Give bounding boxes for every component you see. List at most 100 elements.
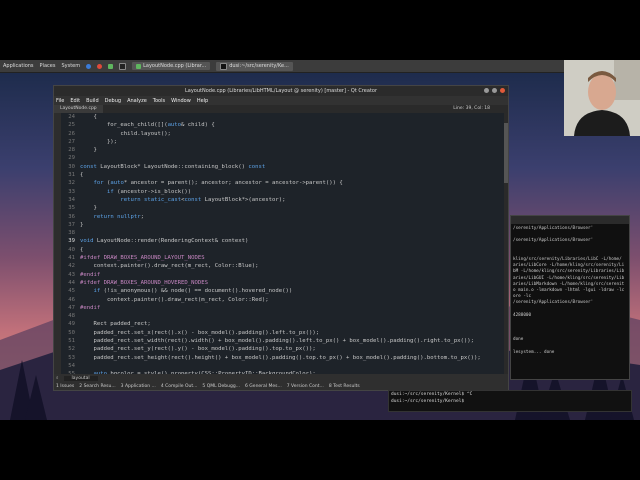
line-text: #ifdef DRAW_BOXES_AROUND_LAYOUT_NODES: [80, 255, 205, 262]
menu-item-debug[interactable]: Debug: [105, 98, 121, 104]
line-text: void LayoutNode::render(RenderingContext…: [80, 238, 249, 245]
code-editor[interactable]: 24 {25 for_each_child([](auto& child) {2…: [61, 113, 504, 374]
build-output-line: lesystem... done: [513, 349, 555, 355]
browser-icon[interactable]: [86, 63, 92, 69]
menu-item-window[interactable]: Window: [171, 98, 191, 104]
code-line: 25 for_each_child([](auto& child) {: [61, 121, 504, 129]
line-text: context.painter().draw_rect(m_rect, Colo…: [80, 263, 259, 270]
line-text: const LayoutBlock* LayoutNode::containin…: [80, 163, 266, 170]
system-panel: Applications Places System LayoutNode.cp…: [0, 60, 640, 73]
line-number: 46: [68, 296, 75, 303]
line-number: 38: [68, 230, 75, 237]
build-terminal-output: /serenity/Applications/Browser'/serenity…: [511, 224, 629, 358]
line-number: 49: [68, 321, 75, 328]
line-text: });: [80, 138, 118, 145]
line-number: 24: [68, 114, 75, 120]
line-number: 32: [68, 180, 75, 187]
code-line: 27 });: [61, 138, 504, 146]
line-text: for_each_child([](auto& child) {: [80, 122, 215, 129]
letterbox-top: [0, 0, 640, 60]
chrome-icon[interactable]: [97, 63, 103, 69]
applications-menu[interactable]: Applications: [3, 63, 34, 69]
system-menu[interactable]: System: [61, 63, 80, 69]
menu-item-build[interactable]: Build: [86, 98, 99, 104]
line-text: }: [80, 221, 84, 228]
taskbar-terminal[interactable]: dusi:~/src/serenity/Ke...: [216, 61, 293, 71]
line-text: {: [80, 246, 84, 253]
code-line: 29: [61, 154, 504, 162]
search-icon: ⌕: [56, 376, 59, 381]
qtcreator-icon[interactable]: [108, 63, 114, 69]
line-number: 30: [68, 163, 75, 170]
line-number: 28: [68, 147, 75, 154]
line-number: 42: [68, 263, 75, 270]
terminal-icon[interactable]: [119, 62, 127, 70]
output-pane-tab[interactable]: 4 Compile Out...: [161, 384, 198, 389]
code-line: 47 #endif: [61, 304, 504, 312]
maximize-button[interactable]: [492, 88, 497, 93]
code-line: 51 padded_rect.set_width(rect().width() …: [61, 337, 504, 345]
line-number: 41: [68, 255, 75, 262]
code-line: 49 Rect padded_rect;: [61, 320, 504, 328]
code-line: 43 #endif: [61, 271, 504, 279]
code-line: 40 {: [61, 246, 504, 254]
code-line: 41 #ifdef DRAW_BOXES_AROUND_LAYOUT_NODES: [61, 254, 504, 262]
line-number: 51: [68, 338, 75, 345]
editor-tab[interactable]: LayoutNode.cpp: [54, 105, 103, 113]
terminal-window[interactable]: dusi:~/src/serenity/Kernel$ ^C dusi:~/src…: [388, 390, 632, 412]
line-text: context.painter().draw_rect(m_rect, Colo…: [80, 296, 269, 303]
line-number: 25: [68, 122, 75, 129]
line-number: 48: [68, 313, 75, 320]
code-line: 26 child.layout();: [61, 130, 504, 138]
menu-item-file[interactable]: File: [56, 98, 64, 104]
line-number: 27: [68, 138, 75, 145]
build-terminal-titlebar[interactable]: [511, 216, 629, 224]
line-number: 52: [68, 346, 75, 353]
close-button[interactable]: [500, 88, 505, 93]
code-line: 50 padded_rect.set_x(rect().x() - box_mo…: [61, 329, 504, 337]
menu-item-tools[interactable]: Tools: [153, 98, 165, 104]
terminal-line: dusi:~/src/serenity/Kernel$: [391, 398, 467, 404]
webcam-overlay: [564, 60, 640, 136]
line-number: 26: [68, 130, 75, 137]
output-pane-tab[interactable]: 8 Test Results: [329, 384, 360, 389]
line-text: {: [80, 172, 84, 179]
code-line: 42 context.painter().draw_rect(m_rect, C…: [61, 262, 504, 270]
code-line: 28 }: [61, 146, 504, 154]
code-text: 24 {25 for_each_child([](auto& child) {2…: [61, 113, 504, 374]
build-terminal-window[interactable]: /serenity/Applications/Browser'/serenity…: [510, 215, 630, 380]
line-number: 44: [68, 279, 75, 286]
output-pane-tab[interactable]: 3 Application ...: [121, 384, 156, 389]
line-text: for (auto* ancestor = parent(); ancestor…: [93, 180, 343, 187]
output-pane-tab[interactable]: 1 Issues: [56, 384, 74, 389]
line-number: 29: [68, 155, 75, 162]
line-number: 39: [68, 238, 75, 245]
output-pane-tab[interactable]: 7 Version Cont...: [287, 384, 324, 389]
line-text: }: [80, 205, 97, 212]
code-line: 48: [61, 312, 504, 320]
line-text: #endif: [80, 271, 101, 278]
code-line: 33 if (ancestor->is_block()): [61, 188, 504, 196]
menu-item-edit[interactable]: Edit: [70, 98, 80, 104]
output-pane-tab[interactable]: 2 Search Resu...: [79, 384, 115, 389]
output-pane-tab[interactable]: 5 QML Debugg...: [202, 384, 240, 389]
line-number: 34: [68, 196, 75, 203]
output-pane-tab[interactable]: 6 General Mes...: [245, 384, 282, 389]
line-number: 54: [68, 362, 75, 369]
menu-item-analyze[interactable]: Analyze: [127, 98, 147, 104]
taskbar-qtcreator[interactable]: LayoutNode.cpp (Librar...: [132, 62, 211, 70]
locator-input[interactable]: layoutal: [63, 375, 98, 381]
minimize-button[interactable]: [484, 88, 489, 93]
qtcreator-small-icon: [136, 63, 142, 69]
output-panes-bar: ⌕ layoutal 1 Issues 2 Search Resu... 3 App…: [54, 374, 508, 390]
window-titlebar[interactable]: LayoutNode.cpp (Libraries/LibHTML/Layout…: [54, 86, 508, 96]
line-text: if (ancestor->is_block()): [106, 188, 192, 195]
line-text: }: [80, 147, 97, 154]
mode-sidebar[interactable]: [54, 113, 61, 374]
scroll-thumb[interactable]: [504, 123, 508, 183]
places-menu[interactable]: Places: [40, 63, 56, 69]
editor-scrollbar[interactable]: [504, 113, 508, 374]
menu-item-help[interactable]: Help: [197, 98, 208, 104]
line-number: 37: [68, 221, 75, 228]
line-text: padded_rect.set_width(rect().width() + b…: [80, 338, 475, 345]
